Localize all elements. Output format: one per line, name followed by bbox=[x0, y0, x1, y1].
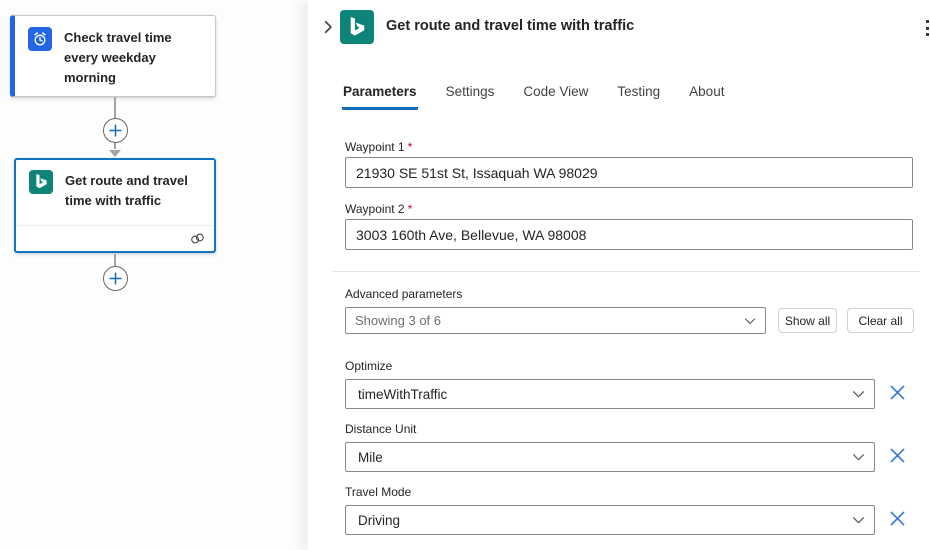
action-config-panel: Get route and travel time with traffic P… bbox=[308, 0, 930, 550]
distance-unit-dropdown[interactable]: Mile bbox=[345, 442, 875, 472]
action-node-title: Get route and travel time with traffic bbox=[65, 170, 204, 211]
chevron-down-icon bbox=[744, 315, 756, 327]
tab-settings[interactable]: Settings bbox=[445, 82, 496, 110]
chevron-down-icon bbox=[852, 451, 865, 464]
bing-maps-icon bbox=[340, 10, 374, 44]
panel-title: Get route and travel time with traffic bbox=[386, 18, 634, 34]
waypoint2-label: Waypoint 2* bbox=[345, 202, 412, 216]
required-asterisk: * bbox=[408, 202, 413, 216]
more-options-button[interactable] bbox=[916, 14, 930, 42]
optimize-value: timeWithTraffic bbox=[346, 387, 447, 402]
tab-parameters[interactable]: Parameters bbox=[342, 82, 418, 110]
connector-arrow-icon bbox=[109, 150, 121, 157]
dismiss-x-icon bbox=[889, 510, 906, 527]
trigger-node-check-travel-time[interactable]: Check travel time every weekday morning bbox=[10, 15, 216, 97]
tab-about[interactable]: About bbox=[688, 82, 725, 110]
remove-optimize-button[interactable] bbox=[887, 384, 907, 404]
distance-unit-label: Distance Unit bbox=[345, 422, 416, 436]
distance-unit-value: Mile bbox=[346, 450, 383, 465]
waypoint1-input[interactable] bbox=[345, 157, 913, 188]
travel-mode-value: Driving bbox=[346, 513, 400, 528]
panel-tabs: Parameters Settings Code View Testing Ab… bbox=[342, 82, 725, 110]
connector-line bbox=[114, 254, 116, 266]
collapse-panel-button[interactable] bbox=[318, 18, 338, 38]
travel-mode-label: Travel Mode bbox=[345, 485, 411, 499]
chevron-right-icon bbox=[321, 20, 335, 34]
travel-mode-dropdown[interactable]: Driving bbox=[345, 505, 875, 535]
required-asterisk: * bbox=[408, 140, 413, 154]
plus-icon bbox=[109, 272, 122, 285]
insert-step-button-1[interactable] bbox=[103, 118, 128, 143]
chevron-down-icon bbox=[852, 514, 865, 527]
action-node-footer bbox=[16, 225, 214, 251]
remove-distance-unit-button[interactable] bbox=[887, 447, 907, 467]
show-all-button[interactable]: Show all bbox=[778, 308, 837, 333]
advanced-parameters-label: Advanced parameters bbox=[345, 287, 462, 301]
connection-link-icon bbox=[190, 232, 205, 245]
vertical-ellipsis-icon bbox=[926, 20, 929, 23]
plus-icon bbox=[109, 124, 122, 137]
action-node-get-route[interactable]: Get route and travel time with traffic bbox=[14, 158, 216, 253]
trigger-node-title: Check travel time every weekday morning bbox=[64, 27, 205, 88]
section-divider bbox=[332, 271, 920, 272]
dismiss-x-icon bbox=[889, 447, 906, 464]
clear-all-button[interactable]: Clear all bbox=[847, 308, 914, 333]
waypoint1-label: Waypoint 1* bbox=[345, 140, 412, 154]
tab-code-view[interactable]: Code View bbox=[522, 82, 589, 110]
advanced-parameters-summary: Showing 3 of 6 bbox=[346, 313, 441, 328]
tab-testing[interactable]: Testing bbox=[616, 82, 661, 110]
insert-step-button-2[interactable] bbox=[103, 266, 128, 291]
bing-maps-icon bbox=[29, 170, 53, 194]
chevron-down-icon bbox=[852, 388, 865, 401]
remove-travel-mode-button[interactable] bbox=[887, 510, 907, 530]
dismiss-x-icon bbox=[889, 384, 906, 401]
panel-header: Get route and travel time with traffic bbox=[308, 0, 930, 56]
waypoint2-input[interactable] bbox=[345, 219, 913, 250]
workflow-canvas: Check travel time every weekday morning … bbox=[0, 0, 308, 550]
optimize-label: Optimize bbox=[345, 359, 392, 373]
recurrence-clock-icon bbox=[28, 27, 52, 51]
advanced-parameters-dropdown[interactable]: Showing 3 of 6 bbox=[345, 307, 766, 334]
optimize-dropdown[interactable]: timeWithTraffic bbox=[345, 379, 875, 409]
